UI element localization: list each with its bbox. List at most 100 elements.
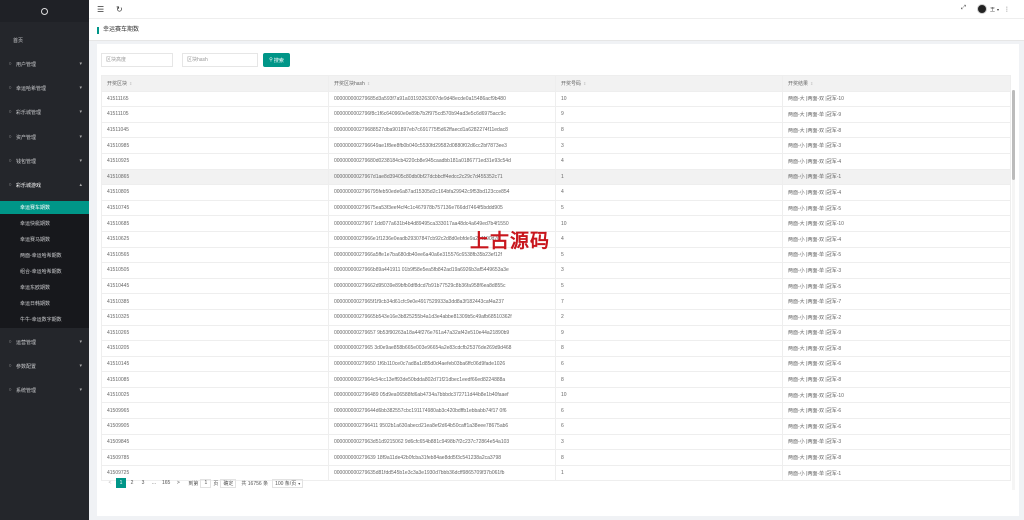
sort-icon[interactable]: ⇕ (129, 81, 132, 86)
chevron-down-icon: ▾ (79, 339, 82, 345)
goto-label: 到第 (188, 480, 198, 487)
column-header[interactable]: 开奖区块hash⇕ (329, 76, 556, 92)
sidebar-item-assets[interactable]: ○ 资产管理 ▾ (0, 132, 89, 142)
block-hash-input[interactable] (182, 53, 258, 67)
table-row[interactable]: 41511045000000000279688527dba901897eb7c6… (102, 122, 1011, 138)
table-cell: 两面-小 |两面-双 |冠军-4 (783, 231, 1011, 247)
table-cell: 41509905 (102, 419, 329, 435)
table-cell: 两面-大 |两面-双 |冠军-8 (783, 341, 1011, 357)
table-row[interactable]: 41511165000000000279685d3a593f7a91a03193… (102, 91, 1011, 107)
table-cell: 41510805 (102, 185, 329, 201)
confirm-button[interactable]: 确定 (220, 479, 236, 488)
content-panel: ⚲ 搜索 开奖区块⇕ 开奖区块hash⇕ 开奖号码⇕ 开奖结果⇕ 4151116… (97, 44, 1019, 516)
submenu-item-east-europe[interactable]: 幸运东欧期数 (0, 281, 89, 294)
table-row[interactable]: 4151050500000000027966b89a441911 01b9f58… (102, 263, 1011, 279)
table-cell: 两面-大 |两面-双 |冠军-10 (783, 216, 1011, 232)
column-header[interactable]: 开奖结果⇕ (783, 76, 1011, 92)
table-row[interactable]: 4151038500000000027965f1f9cb34d61cfc9e0e… (102, 294, 1011, 310)
sidebar-item-home[interactable]: 首页 (0, 35, 89, 45)
page-button[interactable]: 165 (160, 478, 172, 488)
submenu-item-horse[interactable]: 幸运赛马期数 (0, 233, 89, 246)
next-page-button[interactable]: > (173, 478, 183, 488)
table-row[interactable]: 41509965000000000279644d6bb382557cbc1911… (102, 403, 1011, 419)
scrollbar-thumb[interactable] (1012, 90, 1015, 180)
sidebar-item-games[interactable]: ○ 彩乐城游戏 ▴ (0, 180, 89, 190)
table-row[interactable]: 4150984500000000027963d51d9215062 9d6cfc… (102, 434, 1011, 450)
table-row[interactable]: 41509785000000000279639 18f9a11de42b0fcb… (102, 450, 1011, 466)
table-cell: 两面-大 |两面-双 |冠军-8 (783, 450, 1011, 466)
table-cell: 41510985 (102, 138, 329, 154)
submenu-item-japan-korea[interactable]: 幸运日韩期数 (0, 297, 89, 310)
table-row[interactable]: 415099050000000002796411 9502b1a630abecd… (102, 419, 1011, 435)
sidebar-item-wallet[interactable]: ○ 钱包管理 ▾ (0, 156, 89, 166)
table-row[interactable]: 4151008500000000027964c54cc13eff93de50bd… (102, 372, 1011, 388)
table-row[interactable]: 41510145000000000279650 1f6b110ce0c7ad8a… (102, 356, 1011, 372)
sidebar-item-label: 参数配置 (16, 363, 36, 370)
menu-toggle-icon[interactable]: ☰ (97, 5, 104, 14)
submenu-item-combo-hash[interactable]: 组合-幸运哈希期数 (0, 265, 89, 278)
avatar (977, 4, 987, 14)
column-header[interactable]: 开奖号码⇕ (556, 76, 783, 92)
table-cell: 000000000279650 1f6b110ce0c7ad8a1d85d0d4… (329, 356, 556, 372)
table-row[interactable]: 41510325000000000279665b543e16e3b825255b… (102, 309, 1011, 325)
table-cell: 3 (556, 263, 783, 279)
table-row[interactable]: 4151068500000000027967 1dd077a631b4b4d89… (102, 216, 1011, 232)
fullscreen-icon[interactable]: ⤢ (961, 5, 966, 12)
hash-icon: ○ (7, 85, 13, 91)
table-cell: 0000000002796f8c1f6c640960e0e89b7b2f975c… (329, 107, 556, 123)
table-cell: 两面-小 |两面-单 |冠军-5 (783, 278, 1011, 294)
sidebar-item-label: 首页 (13, 37, 23, 44)
table-row[interactable]: 41510745000000000279675ea53f3eef4cf4c1c4… (102, 200, 1011, 216)
sidebar-item-hash[interactable]: ○ 幸运哈希管理 ▾ (0, 83, 89, 93)
table-row[interactable]: 4151062500000000027966e1f1236e0eadb29307… (102, 231, 1011, 247)
logo-icon (41, 8, 48, 15)
table-scrollbar[interactable] (1012, 90, 1015, 490)
table-cell: 5 (556, 247, 783, 263)
table-row[interactable]: 4151056500000000027966a5ffe1e7ba680db40e… (102, 247, 1011, 263)
table-cell: 41510145 (102, 356, 329, 372)
table-row[interactable]: 415108050000000002796795feb50ede6a87ad15… (102, 185, 1011, 201)
sidebar-item-config[interactable]: ○ 参数配置 ▾ (0, 361, 89, 371)
store-icon: ○ (7, 109, 13, 115)
table-row[interactable]: 41510265000000000279657 9b53f90263a18a44… (102, 325, 1011, 341)
table-cell: 5 (556, 278, 783, 294)
submenu-item-racing[interactable]: 幸运赛车期数 (0, 201, 89, 214)
page-button[interactable]: 1 (116, 478, 126, 488)
sidebar-item-users[interactable]: ○ 用户管理 ▾ (0, 59, 89, 69)
table-row[interactable]: 415109850000000002796649ae1f8ee8fb0b040c… (102, 138, 1011, 154)
page-button[interactable]: 2 (127, 478, 137, 488)
submenu-item-boat[interactable]: 幸运快艇期数 (0, 217, 89, 230)
column-header[interactable]: 开奖区块⇕ (102, 76, 329, 92)
table-cell: 41510325 (102, 309, 329, 325)
sort-icon[interactable]: ⇕ (583, 81, 586, 86)
per-page-select[interactable]: 100 条/页 ▾ (272, 479, 303, 488)
user-menu[interactable]: 王 ▾ ⋮ (977, 4, 1010, 14)
more-icon[interactable]: ⋮ (1004, 6, 1010, 13)
table-row[interactable]: 41510925000000000279680d0238184cb4220cb8… (102, 153, 1011, 169)
submenu-item-niuniu[interactable]: 牛牛-幸运数字期数 (0, 313, 89, 326)
submenu-item-two-sided-hash[interactable]: 两面-幸运哈希期数 (0, 249, 89, 262)
refresh-icon[interactable]: ↻ (116, 5, 123, 14)
table-row[interactable]: 4151086500000000027967d1ae8d39405c80db0b… (102, 169, 1011, 185)
table-cell: 4 (556, 231, 783, 247)
page-button[interactable]: 3 (138, 478, 148, 488)
table-row[interactable]: 41510445000000000279662d95039e89bfb0df8d… (102, 278, 1011, 294)
table-cell: 4 (556, 185, 783, 201)
table-cell: 000000000279685d3a593f7a91a03193263007de… (329, 91, 556, 107)
sidebar-item-store[interactable]: ○ 彩乐城管理 ▾ (0, 107, 89, 117)
prev-page-button[interactable]: < (105, 478, 115, 488)
table-row[interactable]: 4151020500000000027965 3d0e9ae858b665e00… (102, 341, 1011, 357)
table-cell: 两面-大 |两面-双 |冠军-8 (783, 372, 1011, 388)
sort-icon[interactable]: ⇕ (810, 81, 813, 86)
tab-bar: 幸运赛车期数 (89, 19, 1024, 41)
block-height-input[interactable] (101, 53, 173, 67)
sidebar-item-system[interactable]: ○ 系统管理 ▾ (0, 385, 89, 395)
goto-page-input[interactable]: 1 (200, 479, 211, 488)
sort-icon[interactable]: ⇕ (367, 81, 370, 86)
table-cell: 8 (556, 450, 783, 466)
table-cell: 000000000279657 9b53f90263a18a44f276e761… (329, 325, 556, 341)
sidebar-item-operations[interactable]: ○ 运营管理 ▾ (0, 337, 89, 347)
search-button[interactable]: ⚲ 搜索 (263, 53, 290, 67)
table-row[interactable]: 415111050000000002796f8c1f6c640960e0e89b… (102, 107, 1011, 123)
table-row[interactable]: 415100250000000002796489 05d9ea06588fd6a… (102, 387, 1011, 403)
